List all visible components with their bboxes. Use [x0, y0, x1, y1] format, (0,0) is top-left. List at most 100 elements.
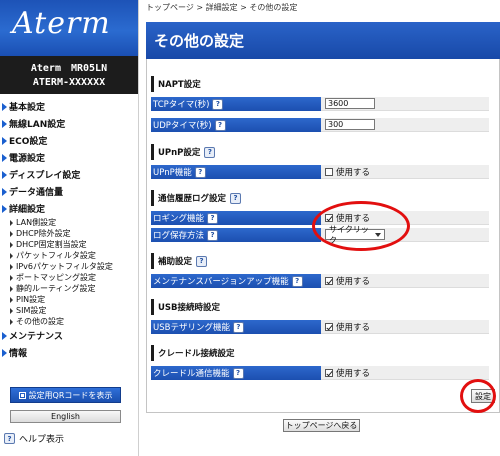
- upnp-section-header: UPnP設定?: [151, 144, 387, 160]
- settings-panel: NAPT設定 TCPタイマ(秒)? 3600 UDPタイマ(秒)? 300 UP…: [146, 59, 500, 413]
- log-save-method-value: サイクリック: [329, 224, 369, 245]
- sidebar-item-12[interactable]: ポートマッピング設定: [0, 272, 138, 283]
- logging-enable-checkbox[interactable]: [325, 213, 333, 222]
- logging-function-row: ロギング機能? 使用する: [151, 211, 489, 225]
- usb-section-header: USB接続時設定: [151, 299, 387, 315]
- sidebar-item-14[interactable]: PIN設定: [0, 294, 138, 305]
- cradle-communication-row: クレードル通信機能? 使用する: [151, 366, 489, 380]
- sidebar-item-label: DHCP除外設定: [16, 229, 71, 238]
- breadcrumb: トップページ > 詳細設定 > その他の設定: [146, 3, 298, 12]
- cradle-communication-label: クレードル通信機能: [153, 369, 230, 379]
- show-qr-code-button[interactable]: 設定用QRコードを表示: [10, 387, 121, 403]
- cradle-section-header: クレードル接続設定: [151, 345, 387, 361]
- sidebar-item-9[interactable]: DHCP固定割当設定: [0, 239, 138, 250]
- help-icon[interactable]: ?: [207, 229, 219, 241]
- udp-timer-input[interactable]: 300: [325, 119, 375, 130]
- napt-section-title: NAPT設定: [158, 80, 201, 90]
- usb-section-title: USB接続時設定: [158, 303, 221, 313]
- sidebar-item-11[interactable]: IPv6パケットフィルタ設定: [0, 261, 138, 272]
- sidebar-item-6[interactable]: 詳細設定: [0, 200, 138, 217]
- sidebar-item-5[interactable]: データ通信量: [0, 183, 138, 200]
- sidebar-item-8[interactable]: DHCP除外設定: [0, 228, 138, 239]
- sidebar-item-10[interactable]: パケットフィルタ設定: [0, 250, 138, 261]
- model-name: Aterm MR05LN: [30, 63, 108, 74]
- triangle-bullet-icon: [10, 318, 13, 325]
- help-icon[interactable]: ?: [232, 321, 244, 333]
- sidebar-item-label: IPv6パケットフィルタ設定: [16, 262, 113, 271]
- maintenance-upgrade-checkbox[interactable]: [325, 276, 333, 285]
- triangle-bullet-icon: [10, 274, 13, 281]
- triangle-bullet-icon: [2, 170, 7, 179]
- sidebar: Aterm Aterm MR05LN ATERM-XXXXXX 基本設定 無線LA…: [0, 0, 139, 456]
- sidebar-item-13[interactable]: 静的ルーティング設定: [0, 283, 138, 294]
- upnp-function-label: UPnP機能: [153, 168, 192, 178]
- help-icon[interactable]: ?: [291, 275, 303, 287]
- sidebar-item-label: 電源設定: [9, 154, 46, 164]
- sidebar-item-17[interactable]: メンテナンス: [0, 327, 138, 344]
- sidebar-item-0[interactable]: 基本設定: [0, 98, 138, 115]
- sidebar-item-label: LAN側設定: [16, 218, 57, 227]
- triangle-bullet-icon: [10, 296, 13, 303]
- sidebar-item-label: 基本設定: [9, 103, 46, 113]
- triangle-bullet-icon: [10, 252, 13, 259]
- triangle-bullet-icon: [2, 187, 7, 196]
- logging-function-label: ロギング機能: [153, 214, 205, 224]
- back-to-top-button[interactable]: トップページへ戻る: [283, 419, 360, 432]
- maintenance-upgrade-row: メンテナンスバージョンアップ機能? 使用する: [151, 274, 489, 288]
- upnp-function-row: UPnP機能? 使用する: [151, 165, 489, 179]
- page-title: その他の設定: [146, 22, 500, 59]
- triangle-bullet-icon: [2, 102, 7, 111]
- log-section-header: 通信履歴ログ設定?: [151, 190, 387, 206]
- triangle-bullet-icon: [10, 241, 13, 248]
- logging-enable-label: 使用する: [336, 213, 371, 224]
- help-icon[interactable]: ?: [204, 146, 216, 158]
- sidebar-nav: 基本設定無線LAN設定 ECO設定電源設定ディスプレイ設定 データ通信量詳細設定 LA…: [0, 94, 138, 361]
- sidebar-item-2[interactable]: ECO設定: [0, 132, 138, 149]
- triangle-bullet-icon: [10, 285, 13, 292]
- help-icon[interactable]: ?: [230, 192, 242, 204]
- help-icon[interactable]: ?: [212, 98, 224, 110]
- log-section-title: 通信履歴ログ設定: [158, 194, 227, 204]
- english-button[interactable]: English: [10, 410, 121, 423]
- sidebar-item-label: ECO設定: [9, 137, 48, 147]
- cradle-communication-checkbox[interactable]: [325, 368, 333, 377]
- upnp-enable-checkbox[interactable]: [325, 167, 333, 176]
- help-display-label: ヘルプ表示: [19, 435, 65, 445]
- set-button[interactable]: 設定: [471, 389, 495, 403]
- triangle-bullet-icon: [10, 230, 13, 237]
- sidebar-item-label: 情報: [9, 349, 28, 359]
- sidebar-item-label: 詳細設定: [9, 205, 46, 215]
- triangle-bullet-icon: [10, 307, 13, 314]
- usb-tethering-row: USBテザリング機能? 使用する: [151, 320, 489, 334]
- udp-timer-label: UDPタイマ(秒): [153, 121, 212, 131]
- usb-tethering-checkbox[interactable]: [325, 322, 333, 331]
- tcp-timer-input[interactable]: 3600: [325, 98, 375, 109]
- sidebar-item-label: 無線LAN設定: [9, 120, 66, 130]
- triangle-bullet-icon: [2, 348, 7, 357]
- log-save-method-select[interactable]: サイクリック: [325, 225, 385, 245]
- help-icon[interactable]: ?: [196, 255, 208, 267]
- sidebar-item-4[interactable]: ディスプレイ設定: [0, 166, 138, 183]
- upnp-section-title: UPnP設定: [158, 148, 201, 158]
- maintenance-upgrade-value: 使用する: [336, 276, 371, 287]
- triangle-bullet-icon: [10, 263, 13, 270]
- sidebar-item-label: PIN設定: [16, 295, 46, 304]
- sidebar-item-label: 静的ルーティング設定: [16, 284, 96, 293]
- udp-timer-row: UDPタイマ(秒)? 300: [151, 118, 489, 132]
- help-display-link[interactable]: ? ヘルプ表示: [4, 432, 64, 445]
- sidebar-item-18[interactable]: 情報: [0, 344, 138, 361]
- triangle-bullet-icon: [2, 331, 7, 340]
- help-icon[interactable]: ?: [207, 212, 219, 224]
- sidebar-item-16[interactable]: その他の設定: [0, 316, 138, 327]
- cradle-communication-value: 使用する: [336, 368, 371, 379]
- help-icon[interactable]: ?: [194, 166, 206, 178]
- device-id: ATERM-XXXXXX: [32, 77, 106, 88]
- sidebar-item-7[interactable]: LAN側設定: [0, 217, 138, 228]
- help-icon[interactable]: ?: [232, 367, 244, 379]
- sidebar-item-15[interactable]: SIM設定: [0, 305, 138, 316]
- main-content: トップページ > 詳細設定 > その他の設定 その他の設定 NAPT設定 TCP…: [146, 0, 500, 456]
- sidebar-item-1[interactable]: 無線LAN設定: [0, 115, 138, 132]
- triangle-bullet-icon: [2, 204, 7, 213]
- help-icon[interactable]: ?: [214, 119, 226, 131]
- sidebar-item-3[interactable]: 電源設定: [0, 149, 138, 166]
